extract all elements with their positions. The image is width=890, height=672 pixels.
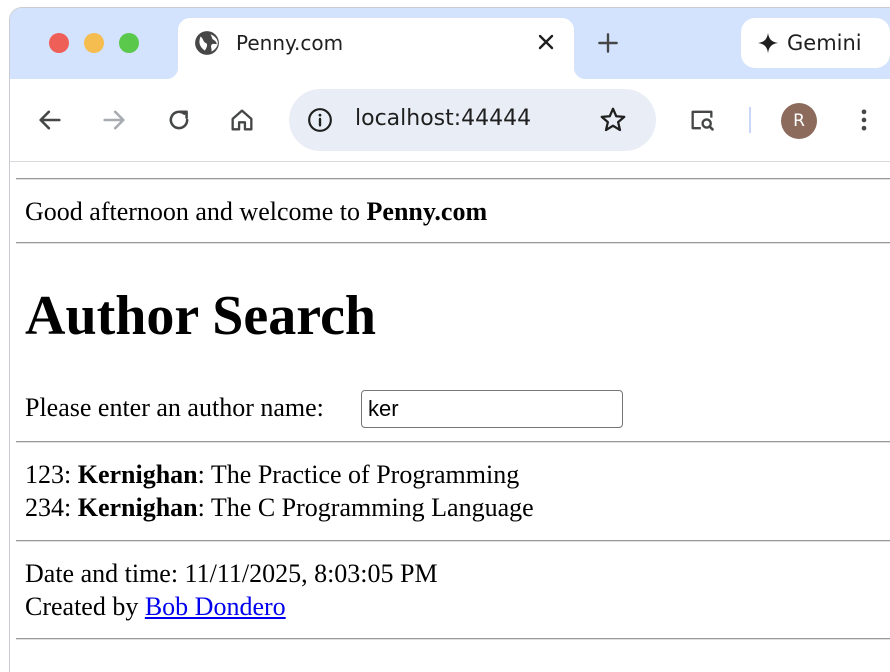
plus-icon[interactable] bbox=[595, 30, 621, 56]
avatar[interactable]: R bbox=[781, 103, 817, 139]
created-by: Created by Bob Dondero bbox=[25, 591, 286, 623]
result-id: 123: bbox=[25, 460, 72, 489]
kebab-menu-icon[interactable] bbox=[850, 106, 878, 134]
search-label: Please enter an author name: bbox=[25, 393, 324, 422]
address-bar[interactable]: localhost:44444 bbox=[289, 89, 656, 151]
author-search-input[interactable] bbox=[361, 390, 623, 428]
result-author: Kernighan bbox=[77, 493, 198, 522]
tab-penny[interactable]: Penny.com bbox=[166, 18, 586, 79]
result-id: 234: bbox=[25, 493, 72, 522]
greeting-site-name: Penny.com bbox=[366, 197, 488, 226]
tab-strip: Penny.com Gemini bbox=[10, 8, 890, 79]
created-by-text: Created by bbox=[25, 592, 145, 621]
datetime-text: Date and time: 11/11/2025, 8:03:05 PM bbox=[25, 559, 438, 588]
home-icon[interactable] bbox=[228, 106, 256, 134]
url-text[interactable]: localhost:44444 bbox=[355, 106, 531, 131]
greeting: Good afternoon and welcome to Penny.com bbox=[25, 196, 487, 228]
result-title: : The C Programming Language bbox=[197, 493, 534, 522]
creator-link[interactable]: Bob Dondero bbox=[145, 592, 286, 621]
greeting-text: Good afternoon and welcome to bbox=[25, 197, 367, 226]
result-author: Kernighan bbox=[77, 460, 198, 489]
divider-results bbox=[16, 441, 890, 443]
divider-footer bbox=[16, 540, 890, 542]
maximize-window-button[interactable] bbox=[119, 33, 139, 53]
browser-toolbar: localhost:44444 R bbox=[10, 79, 890, 162]
close-window-button[interactable] bbox=[49, 33, 69, 53]
result-row: 123: Kernighan: The Practice of Programm… bbox=[25, 459, 519, 491]
page-content: Good afternoon and welcome to Penny.com … bbox=[10, 162, 890, 672]
info-icon[interactable] bbox=[307, 107, 333, 133]
result-title: : The Practice of Programming bbox=[197, 460, 520, 489]
toolbar-divider bbox=[749, 107, 751, 133]
tab-title: Penny.com bbox=[236, 31, 344, 55]
divider-top bbox=[16, 178, 890, 180]
gemini-button[interactable]: Gemini bbox=[741, 18, 890, 68]
lens-search-icon[interactable] bbox=[688, 106, 716, 134]
close-icon[interactable] bbox=[534, 30, 558, 54]
page-title: Author Search bbox=[25, 285, 377, 347]
gemini-label: Gemini bbox=[787, 31, 862, 55]
star-icon[interactable] bbox=[598, 105, 628, 135]
globe-icon bbox=[195, 31, 219, 55]
browser-window: Penny.com Gemini localhost:44444 R Good … bbox=[10, 8, 890, 672]
sparkle-icon bbox=[757, 32, 779, 54]
reload-icon[interactable] bbox=[165, 106, 193, 134]
minimize-window-button[interactable] bbox=[84, 33, 104, 53]
divider-header bbox=[16, 242, 890, 244]
back-arrow-icon[interactable] bbox=[36, 106, 64, 134]
result-row: 234: Kernighan: The C Programming Langua… bbox=[25, 492, 534, 524]
forward-arrow-icon[interactable] bbox=[100, 106, 128, 134]
divider-bottom bbox=[16, 638, 890, 640]
